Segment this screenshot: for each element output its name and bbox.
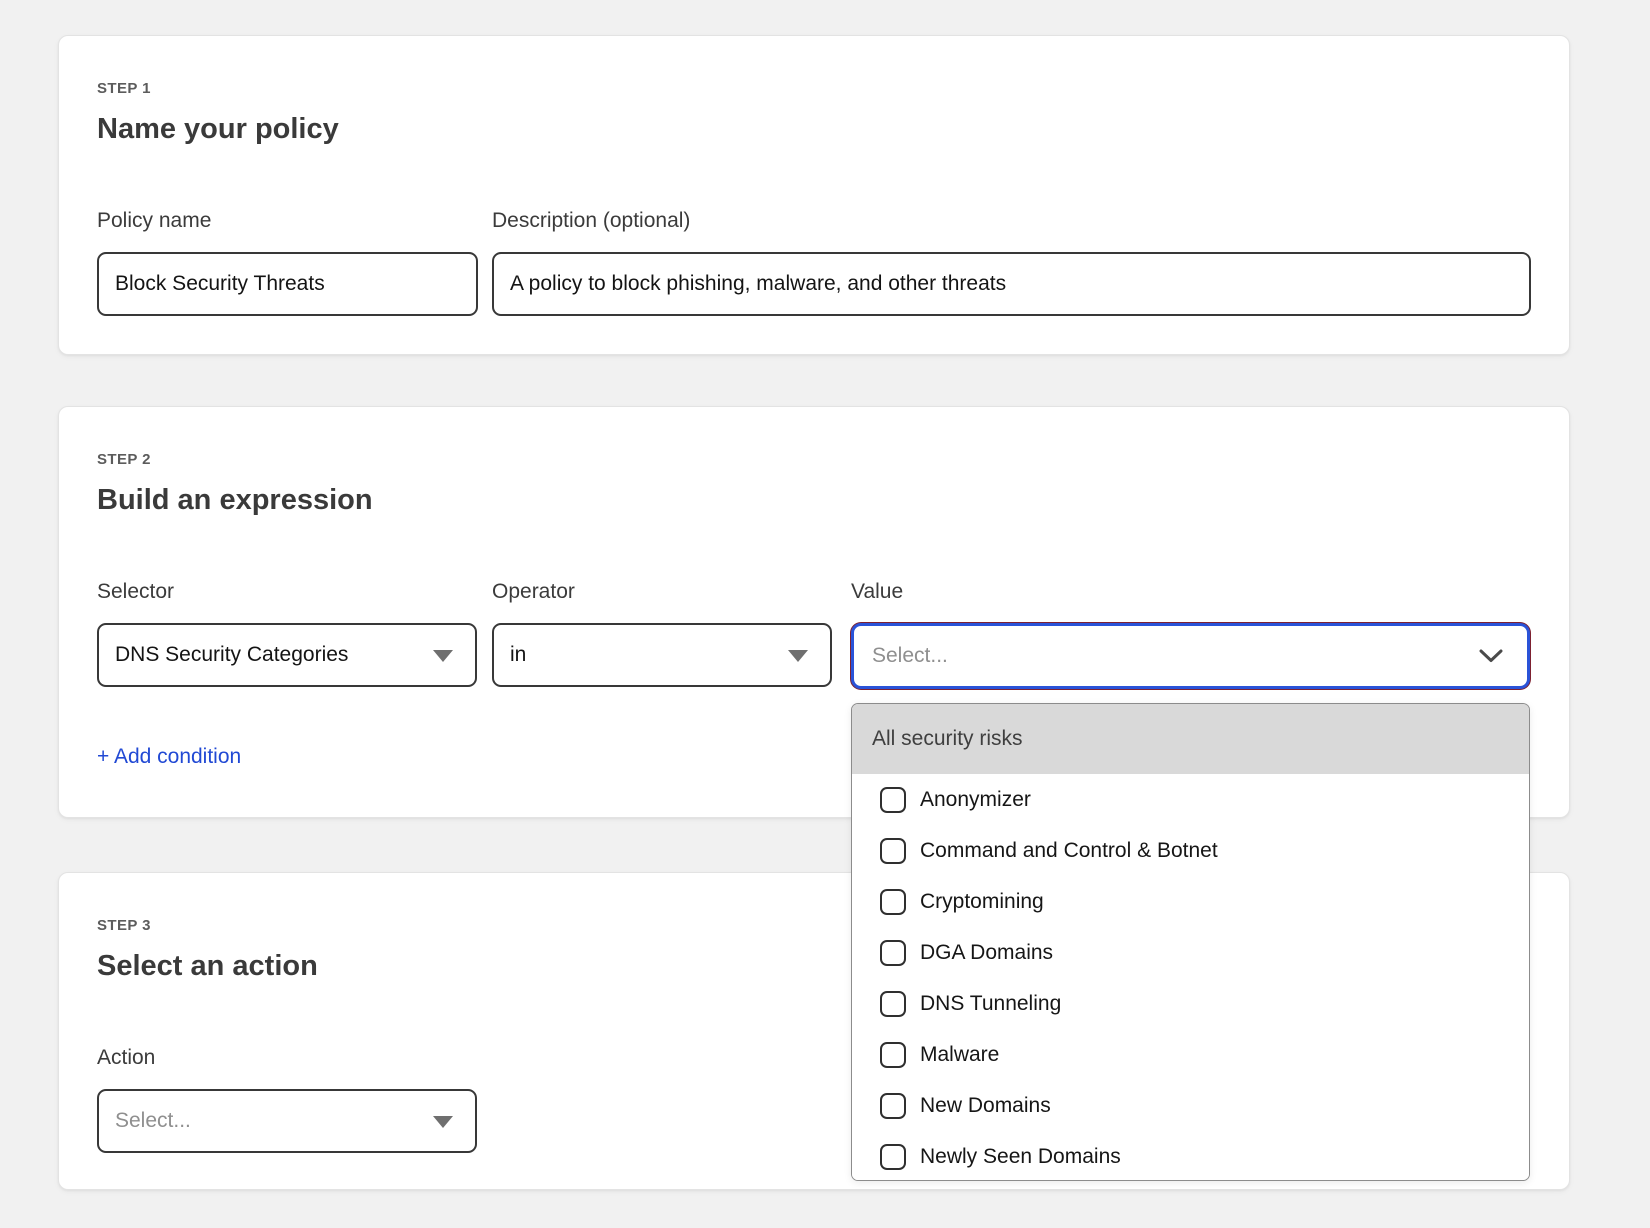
selector-select[interactable]: DNS Security Categories bbox=[97, 623, 477, 687]
option-checkbox[interactable] bbox=[880, 1093, 906, 1119]
dropdown-option[interactable]: Command and Control & Botnet bbox=[852, 825, 1529, 876]
selector-field: Selector DNS Security Categories bbox=[97, 581, 477, 689]
dropdown-option[interactable]: New Domains bbox=[852, 1080, 1529, 1131]
description-label: Description (optional) bbox=[492, 210, 1531, 232]
value-label: Value bbox=[851, 581, 1530, 603]
step1-title: Name your policy bbox=[97, 112, 1531, 146]
chevron-down-icon bbox=[1479, 649, 1503, 663]
option-label: Command and Control & Botnet bbox=[920, 839, 1218, 863]
dropdown-option[interactable]: Newly Seen Domains bbox=[852, 1131, 1529, 1181]
option-label: DNS Tunneling bbox=[920, 992, 1061, 1016]
step2-card: STEP 2 Build an expression Selector DNS … bbox=[58, 406, 1570, 818]
policy-name-label: Policy name bbox=[97, 210, 478, 232]
dropdown-group-header[interactable]: All security risks bbox=[852, 704, 1529, 774]
add-condition-link[interactable]: + Add condition bbox=[97, 745, 241, 769]
option-checkbox[interactable] bbox=[880, 838, 906, 864]
value-dropdown-menu: All security risks Anonymizer Command an… bbox=[851, 703, 1530, 1181]
option-label: DGA Domains bbox=[920, 941, 1053, 965]
option-label: Newly Seen Domains bbox=[920, 1145, 1121, 1169]
operator-label: Operator bbox=[492, 581, 832, 603]
policy-name-field: Policy name bbox=[97, 210, 478, 316]
step2-label: STEP 2 bbox=[97, 451, 1531, 469]
description-field: Description (optional) bbox=[492, 210, 1531, 316]
policy-builder-page: STEP 1 Name your policy Policy name Desc… bbox=[0, 0, 1650, 1228]
caret-down-icon bbox=[433, 1116, 453, 1128]
option-label: New Domains bbox=[920, 1094, 1051, 1118]
operator-field: Operator in bbox=[492, 581, 832, 689]
step2-title: Build an expression bbox=[97, 483, 1531, 517]
value-field: Value Select... All security risks Anony… bbox=[851, 581, 1530, 689]
dropdown-option-list: Anonymizer Command and Control & Botnet … bbox=[852, 774, 1529, 1181]
dropdown-option[interactable]: Anonymizer bbox=[852, 774, 1529, 825]
value-placeholder: Select... bbox=[872, 644, 948, 668]
action-field: Action Select... bbox=[97, 1047, 477, 1153]
step1-label: STEP 1 bbox=[97, 80, 1531, 98]
option-checkbox[interactable] bbox=[880, 1042, 906, 1068]
option-checkbox[interactable] bbox=[880, 889, 906, 915]
selector-label: Selector bbox=[97, 581, 477, 603]
option-checkbox[interactable] bbox=[880, 940, 906, 966]
action-label: Action bbox=[97, 1047, 477, 1069]
dropdown-option[interactable]: DNS Tunneling bbox=[852, 978, 1529, 1029]
policy-name-input[interactable] bbox=[97, 252, 478, 316]
dropdown-option[interactable]: Cryptomining bbox=[852, 876, 1529, 927]
step1-card: STEP 1 Name your policy Policy name Desc… bbox=[58, 35, 1570, 355]
option-label: Malware bbox=[920, 1043, 999, 1067]
option-checkbox[interactable] bbox=[880, 991, 906, 1017]
option-label: Anonymizer bbox=[920, 788, 1031, 812]
operator-select[interactable]: in bbox=[492, 623, 832, 687]
selector-selected-value: DNS Security Categories bbox=[115, 643, 348, 667]
action-placeholder: Select... bbox=[115, 1109, 191, 1133]
operator-selected-value: in bbox=[510, 643, 526, 667]
description-input[interactable] bbox=[492, 252, 1531, 316]
dropdown-option[interactable]: Malware bbox=[852, 1029, 1529, 1080]
option-label: Cryptomining bbox=[920, 890, 1044, 914]
value-select[interactable]: Select... bbox=[851, 623, 1530, 689]
action-select[interactable]: Select... bbox=[97, 1089, 477, 1153]
caret-down-icon bbox=[788, 650, 808, 662]
caret-down-icon bbox=[433, 650, 453, 662]
option-checkbox[interactable] bbox=[880, 1144, 906, 1170]
dropdown-option[interactable]: DGA Domains bbox=[852, 927, 1529, 978]
option-checkbox[interactable] bbox=[880, 787, 906, 813]
